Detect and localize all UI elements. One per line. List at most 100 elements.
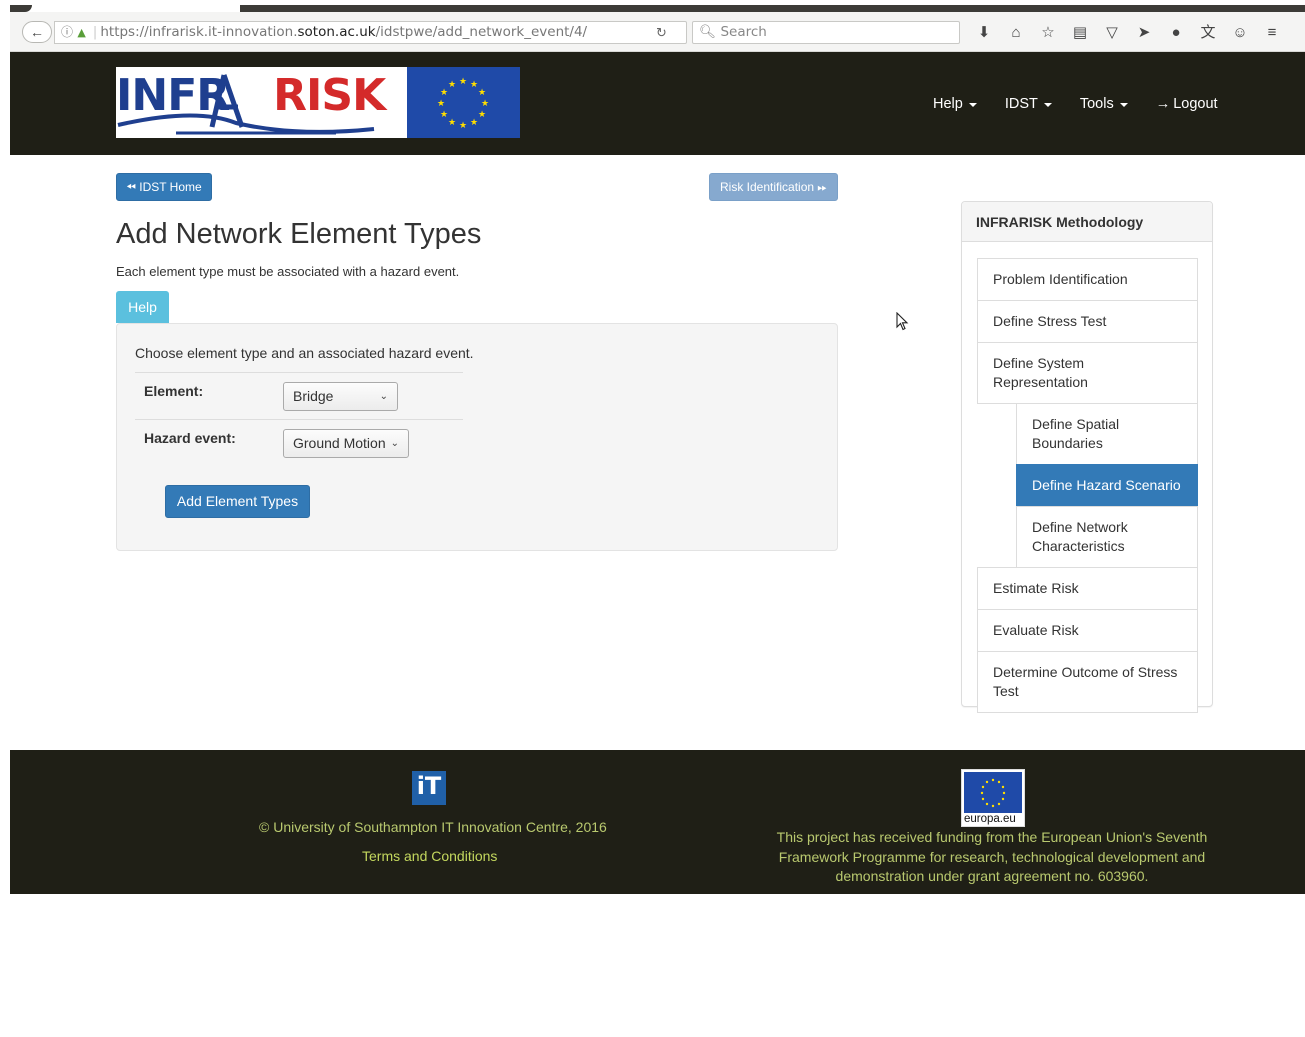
reload-icon[interactable]: ↻	[656, 25, 667, 41]
search-icon: 🔍︎	[699, 24, 717, 40]
logo-bridge-graphic	[117, 74, 375, 135]
methodology-item-define-stress-test[interactable]: Define Stress Test	[977, 300, 1198, 343]
idst-home-button[interactable]: ⏪︎ IDST Home	[116, 173, 212, 201]
methodology-item-evaluate-risk[interactable]: Evaluate Risk	[977, 609, 1198, 652]
methodology-panel: INFRARISK Methodology Problem Identifica…	[961, 201, 1213, 713]
form-intro: Choose element type and an associated ha…	[135, 345, 474, 361]
svg-text:★: ★	[459, 121, 467, 131]
eu-stars-small-icon	[980, 778, 1006, 808]
funding-text: This project has received funding from t…	[776, 829, 1208, 884]
back-icon[interactable]: ←	[22, 21, 52, 43]
methodology-item-problem-identification[interactable]: Problem Identification	[977, 258, 1198, 301]
nav-tools-label: Tools	[1079, 95, 1114, 112]
methodology-item-determine-outcome[interactable]: Determine Outcome of Stress Test	[977, 651, 1198, 713]
chevron-down-icon: ⌄	[390, 438, 399, 449]
svg-text:★: ★	[440, 88, 448, 98]
caret-down-icon	[1043, 102, 1052, 107]
terms-link[interactable]: Terms and Conditions	[362, 848, 497, 864]
infrarisk-logo[interactable]: INFR RISK	[116, 67, 407, 138]
eu-flag: ★ ★ ★ ★ ★ ★ ★ ★ ★ ★ ★ ★	[407, 67, 520, 138]
svg-text:★: ★	[481, 99, 489, 109]
element-form-panel: Choose element type and an associated ha…	[116, 323, 838, 551]
caret-down-icon	[968, 102, 977, 107]
browser-toolbar: ← ⓘ ▲ | https://infrarisk.it-innovation.so…	[10, 12, 1305, 52]
element-select[interactable]: Bridge ⌄	[283, 382, 398, 411]
risk-identification-button[interactable]: Risk Identification ⏩︎	[709, 173, 838, 201]
home-icon[interactable]: ⌂	[1000, 25, 1032, 41]
add-element-types-button[interactable]: Add Element Types	[165, 485, 310, 518]
methodology-list: Problem Identification Define Stress Tes…	[977, 258, 1198, 713]
eu-flag-small	[964, 772, 1022, 813]
eu-stars-icon: ★ ★★★ ★★★★ ★★★★	[437, 77, 489, 131]
hazard-select[interactable]: Ground Motion ⌄	[283, 429, 409, 458]
mouse-cursor-icon	[896, 312, 909, 331]
page-subtitle: Each element type must be associated wit…	[116, 264, 460, 279]
tab-strip	[10, 0, 1305, 12]
nav-logout[interactable]: → Logout	[1156, 96, 1218, 112]
browser-window: ← ⓘ ▲ | https://infrarisk.it-innovation.so…	[0, 0, 1305, 1037]
svg-text:★: ★	[459, 77, 467, 87]
europa-eu-logo[interactable]: europa.eu	[961, 769, 1025, 827]
reading-list-icon[interactable]: ▤	[1064, 25, 1096, 41]
hazard-select-value: Ground Motion	[293, 435, 386, 451]
menu-icon[interactable]: ≡	[1256, 25, 1288, 41]
search-input[interactable]: 🔍︎ Search	[692, 21, 960, 44]
svg-text:★: ★	[478, 88, 486, 98]
hazard-row: Hazard event: Ground Motion ⌄	[135, 419, 463, 466]
svg-text:★: ★	[470, 80, 478, 90]
nav-idst[interactable]: IDST	[1005, 96, 1052, 112]
url-prefix: https://infrarisk.it-innovation.	[100, 24, 298, 40]
chat-icon[interactable]: ●	[1160, 25, 1192, 41]
methodology-item-define-network-characteristics[interactable]: Define Network Characteristics	[1016, 506, 1198, 568]
nav-idst-label: IDST	[1004, 95, 1038, 112]
methodology-heading: INFRARISK Methodology	[962, 202, 1212, 242]
methodology-item-define-system-representation[interactable]: Define System Representation	[977, 342, 1198, 404]
send-icon[interactable]: ➤	[1128, 25, 1160, 41]
page-title: Add Network Element Types	[116, 218, 482, 250]
methodology-item-define-spatial-boundaries[interactable]: Define Spatial Boundaries	[1016, 403, 1198, 465]
lock-warning-icon[interactable]: ▲	[77, 26, 85, 39]
tab-bar	[240, 5, 1305, 12]
search-placeholder: Search	[720, 24, 767, 40]
form-table: Element: Bridge ⌄ Hazard event: Ground M…	[135, 372, 463, 466]
double-right-arrow-icon: ⏩︎	[817, 180, 827, 194]
nav-tools[interactable]: Tools	[1080, 96, 1128, 112]
nav-help-label: Help	[933, 95, 963, 112]
pocket-icon[interactable]: ▽	[1096, 25, 1128, 41]
help-button[interactable]: Help	[116, 291, 169, 323]
nav-logout-label: Logout	[1173, 95, 1218, 112]
svg-text:★: ★	[437, 99, 445, 109]
methodology-item-define-hazard-scenario[interactable]: Define Hazard Scenario	[1016, 464, 1198, 507]
it-innovation-logo[interactable]: iT	[412, 771, 446, 805]
url-bar[interactable]: ⓘ ▲ | https://infrarisk.it-innovation.soto…	[54, 21, 687, 44]
main-nav: Help IDST Tools → Logout	[905, 52, 1218, 155]
info-icon[interactable]: ⓘ	[61, 25, 73, 39]
chevron-down-icon: ⌄	[379, 391, 388, 402]
element-select-value: Bridge	[293, 388, 334, 404]
europa-eu-caption: europa.eu	[964, 813, 1016, 825]
hazard-label: Hazard event:	[144, 430, 236, 446]
tab-edge	[10, 5, 32, 12]
caret-down-icon	[1119, 102, 1128, 107]
svg-text:★: ★	[448, 80, 456, 90]
idst-home-label: IDST Home	[139, 180, 202, 194]
methodology-item-estimate-risk[interactable]: Estimate Risk	[977, 567, 1198, 610]
bookmark-star-icon[interactable]: ☆	[1032, 25, 1064, 41]
svg-text:★: ★	[440, 110, 448, 120]
risk-identification-label: Risk Identification	[720, 180, 815, 194]
svg-text:★: ★	[478, 110, 486, 120]
download-icon[interactable]: ⬇	[968, 25, 1000, 41]
element-row: Element: Bridge ⌄	[135, 372, 463, 419]
copyright-text: © University of Southampton IT Innovatio…	[259, 819, 607, 835]
svg-text:★: ★	[448, 118, 456, 128]
url-domain: soton.ac.uk	[297, 24, 376, 40]
nav-help[interactable]: Help	[933, 96, 977, 112]
account-icon[interactable]: ☺	[1224, 25, 1256, 41]
double-left-arrow-icon: ⏪︎	[126, 180, 136, 194]
site-footer: iT © University of Southampton IT Innova…	[10, 750, 1305, 894]
logout-icon: →	[1155, 95, 1171, 112]
browser-icon-bar: ⬇ ⌂ ☆ ▤ ▽ ➤ ● 文 ☺ ≡	[968, 25, 1288, 41]
url-path: /idstpwe/add_network_event/4/	[375, 24, 588, 40]
element-label: Element:	[144, 383, 204, 399]
translate-icon[interactable]: 文	[1192, 25, 1224, 41]
